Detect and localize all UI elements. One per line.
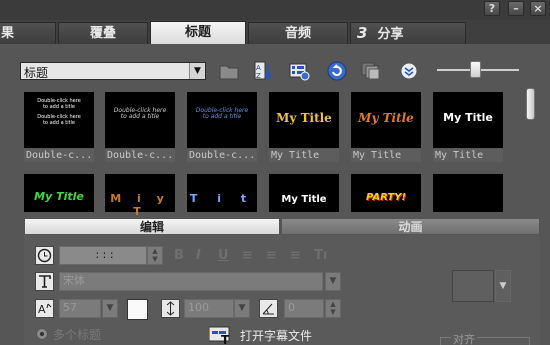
title-thumbnail[interactable]: My Title [269, 92, 339, 148]
title-thumbnail[interactable]: My Title [269, 174, 339, 212]
chevron-down-icon[interactable]: ▼ [325, 272, 341, 291]
font-icon [35, 272, 54, 291]
close-button[interactable]: × [530, 1, 546, 16]
refresh-icon[interactable] [326, 60, 348, 82]
line-spacing-icon [161, 299, 180, 318]
scrollbar-thumb[interactable] [526, 88, 535, 120]
step-number: 3 [357, 24, 368, 42]
line-spacing-field[interactable]: 100 [184, 299, 234, 318]
step-tabs: 果 覆叠 标题 音频 3 分享 [0, 20, 550, 44]
multi-title-radio[interactable] [36, 328, 48, 340]
svg-text:Z: Z [256, 72, 261, 80]
font-size-icon: A [35, 299, 54, 318]
underline-button[interactable]: U [218, 248, 229, 263]
editor-tabs: 编辑 动画 [24, 218, 540, 235]
view-list-icon[interactable] [288, 60, 310, 82]
tab-share-label: 分享 [377, 27, 404, 42]
title-thumbnail[interactable]: Double-click here to add a title [187, 92, 257, 148]
open-subtitle-icon[interactable]: T [208, 325, 235, 345]
bold-button[interactable]: B [174, 248, 184, 263]
title-thumbnail[interactable]: Double-click here to add a title [105, 92, 175, 148]
title-thumbnail[interactable]: My Title [24, 174, 94, 212]
minimize-button[interactable]: – [508, 1, 524, 16]
chevron-down-icon[interactable]: ▼ [234, 299, 250, 318]
chevron-down-icon[interactable]: ▼ [102, 299, 118, 318]
thumbnail-caption: My Title [433, 149, 503, 162]
thumbnail-caption: Double-c... [187, 149, 257, 162]
tab-overlay[interactable]: 覆叠 [58, 22, 148, 44]
open-subtitle-label[interactable]: 打开字幕文件 [240, 327, 312, 344]
rotation-spinner[interactable]: ▲ ▼ [325, 299, 341, 318]
thumbnail-caption: My Title [351, 149, 421, 162]
title-thumbnail[interactable] [433, 174, 503, 212]
align-group: 对齐 [440, 331, 530, 345]
help-button[interactable]: ? [484, 1, 500, 16]
title-thumbnail[interactable]: My Title [351, 92, 421, 148]
align-group-label: 对齐 [451, 331, 477, 345]
duration-field[interactable]: : : : [59, 246, 147, 265]
thumbnail-caption: My Title [269, 149, 339, 162]
svg-text:A: A [256, 64, 261, 72]
tab-animation[interactable]: 动画 [281, 218, 540, 235]
svg-text:T: T [221, 333, 230, 345]
category-value: 标题 [24, 66, 49, 80]
chevron-down-icon[interactable]: ▼ [495, 270, 511, 302]
italic-button[interactable]: I [196, 248, 201, 263]
chevron-down-icon[interactable]: ▼ [189, 63, 205, 79]
align-right-button[interactable]: ≡ [290, 248, 301, 263]
rotation-field[interactable]: 0 [284, 299, 324, 318]
title-thumbnail[interactable]: Double-click here to add a title Double-c… [24, 92, 94, 148]
zoom-slider-thumb[interactable] [470, 61, 481, 78]
category-dropdown[interactable]: 标题 ▼ [20, 62, 206, 80]
tab-edit[interactable]: 编辑 [24, 218, 280, 235]
text-color-swatch[interactable] [127, 299, 148, 320]
sort-icon[interactable]: AZ [252, 60, 274, 82]
batch-icon[interactable] [360, 60, 382, 82]
duration-spinner[interactable]: ▲ ▼ [147, 246, 163, 265]
font-size-field[interactable]: 57 [59, 299, 101, 318]
thumbnail-caption: Double-c... [24, 149, 94, 162]
text-direction-button[interactable]: Tı [314, 248, 327, 263]
title-thumbnail[interactable]: My Title [433, 92, 503, 148]
clock-icon [35, 246, 54, 265]
svg-text:A: A [38, 303, 46, 316]
align-center-button[interactable]: ≡ [266, 248, 277, 263]
tab-share[interactable]: 3 分享 [350, 22, 466, 44]
color-swatch[interactable] [452, 270, 494, 302]
folder-icon[interactable] [218, 60, 240, 82]
library-scrollbar[interactable] [526, 85, 536, 210]
title-thumbnail[interactable]: T i t [187, 174, 257, 212]
title-thumbnail[interactable]: PARTY! [351, 174, 421, 212]
tab-effect[interactable]: 果 [0, 22, 56, 44]
rotation-angle-icon [259, 299, 278, 318]
title-bar: ? – × [0, 0, 550, 20]
tab-audio[interactable]: 音频 [248, 22, 348, 44]
font-name-field[interactable]: 宋体 [59, 272, 323, 291]
multi-title-label: 多个标题 [53, 328, 102, 342]
thumbnail-caption: Double-c... [105, 149, 175, 162]
tab-title[interactable]: 标题 [150, 21, 246, 44]
align-left-button[interactable]: ≡ [242, 248, 253, 263]
title-thumbnail[interactable]: M i y T [105, 174, 175, 218]
options-icon[interactable] [398, 60, 420, 82]
